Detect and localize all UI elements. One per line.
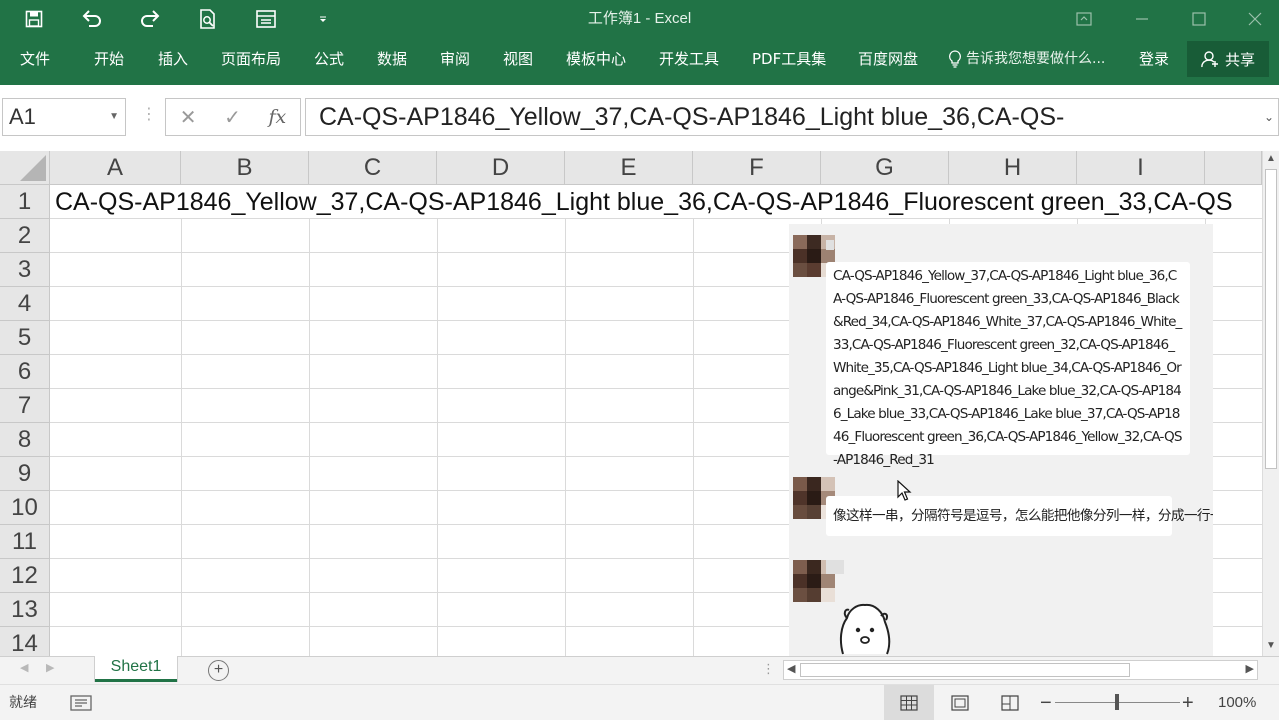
expand-formula-icon[interactable]: ⌄ <box>1264 99 1274 135</box>
row-header[interactable]: 9 <box>0 457 50 491</box>
row-header[interactable]: 10 <box>0 491 50 525</box>
scroll-down-icon[interactable]: ▼ <box>1266 640 1276 651</box>
login-link[interactable]: 登录 <box>1139 38 1169 80</box>
column-header[interactable]: G <box>821 151 949 185</box>
column-header[interactable]: D <box>437 151 565 185</box>
row-header[interactable]: 13 <box>0 593 50 627</box>
tab-baidu-netdisk[interactable]: 百度网盘 <box>858 38 918 80</box>
name-box-value: A1 <box>9 104 36 129</box>
formula-bar-splitter[interactable]: ⋮ <box>141 104 157 124</box>
ribbon-display-icon[interactable] <box>1056 0 1112 38</box>
formula-buttons: ✕ ✓ fx <box>165 98 301 136</box>
horizontal-scroll-thumb[interactable] <box>800 663 1130 677</box>
tab-splitter[interactable]: ⋮ <box>762 661 775 677</box>
row-header[interactable]: 12 <box>0 559 50 593</box>
status-bar: 就绪 − + 100% <box>0 684 1279 720</box>
ribbon-tab-bar: 文件 开始 插入 页面布局 公式 数据 审阅 视图 模板中心 开发工具 PDF工… <box>0 38 1279 85</box>
gridline <box>693 219 694 656</box>
tab-formulas[interactable]: 公式 <box>314 38 344 80</box>
tab-template-center[interactable]: 模板中心 <box>566 38 626 80</box>
normal-view-icon[interactable] <box>884 685 934 720</box>
tab-insert[interactable]: 插入 <box>158 38 188 80</box>
column-header[interactable]: H <box>949 151 1077 185</box>
page-layout-view-icon[interactable] <box>935 685 985 720</box>
row-header[interactable]: 3 <box>0 253 50 287</box>
tab-home[interactable]: 开始 <box>94 38 124 80</box>
select-all-corner[interactable] <box>0 151 50 185</box>
title-bar: 工作簿1 - Excel <box>0 0 1279 38</box>
scroll-left-icon[interactable]: ◀ <box>787 662 795 675</box>
minimize-icon[interactable] <box>1114 0 1170 38</box>
enter-icon[interactable]: ✓ <box>224 105 241 130</box>
next-sheet-icon[interactable]: ▶ <box>46 661 54 674</box>
vertical-scrollbar[interactable]: ▲ ▼ <box>1262 151 1279 656</box>
zoom-level[interactable]: 100% <box>1218 685 1256 720</box>
formula-input[interactable]: CA-QS-AP1846_Yellow_37,CA-QS-AP1846_Ligh… <box>305 98 1279 136</box>
zoom-in-icon[interactable]: + <box>1182 685 1194 720</box>
status-ready: 就绪 <box>9 695 37 711</box>
row-header[interactable]: 6 <box>0 355 50 389</box>
cell-a1[interactable]: CA-QS-AP1846_Yellow_37,CA-QS-AP1846_Ligh… <box>50 185 1262 219</box>
macro-record-icon[interactable] <box>70 694 92 712</box>
column-header[interactable]: E <box>565 151 693 185</box>
gridline <box>565 219 566 656</box>
tab-view[interactable]: 视图 <box>503 38 533 80</box>
chevron-down-icon[interactable]: ▼ <box>109 99 119 135</box>
row-header[interactable]: 14 <box>0 627 50 656</box>
scroll-up-icon[interactable]: ▲ <box>1266 153 1276 164</box>
sticker-image <box>839 603 891 655</box>
add-sheet-icon[interactable]: + <box>208 660 229 681</box>
sender-name-blurred <box>826 240 834 250</box>
share-button[interactable]: 共享 <box>1187 41 1269 77</box>
vertical-scroll-thumb[interactable] <box>1265 169 1277 469</box>
sheet-tab-bar: ◀ ▶ Sheet1 + ⋮ ◀ ▶ <box>0 656 1279 684</box>
formula-content: CA-QS-AP1846_Yellow_37,CA-QS-AP1846_Ligh… <box>319 103 1065 131</box>
column-header[interactable] <box>1205 151 1262 185</box>
page-break-view-icon[interactable] <box>985 685 1035 720</box>
gridline <box>309 219 310 656</box>
sheet-tab[interactable]: Sheet1 <box>95 656 177 682</box>
tab-developer[interactable]: 开发工具 <box>659 38 719 80</box>
row-header[interactable]: 7 <box>0 389 50 423</box>
tab-page-layout[interactable]: 页面布局 <box>221 38 281 80</box>
column-header[interactable]: C <box>309 151 437 185</box>
tell-me-search[interactable]: 告诉我您想要做什么... <box>948 38 1105 80</box>
row-header[interactable]: 8 <box>0 423 50 457</box>
chat-message: 像这样一串，分隔符号是逗号，怎么能把他像分列一样，分成一行一行的 <box>826 496 1213 536</box>
row-header[interactable]: 11 <box>0 525 50 559</box>
scroll-right-icon[interactable]: ▶ <box>1246 662 1254 675</box>
chat-message: CA-QS-AP1846_Yellow_37,CA-QS-AP1846_Ligh… <box>826 262 1190 468</box>
maximize-icon[interactable] <box>1171 0 1227 38</box>
column-header[interactable]: B <box>181 151 309 185</box>
user-icon <box>1201 51 1218 68</box>
tab-pdf-tools[interactable]: PDF工具集 <box>752 38 826 80</box>
chat-screenshot[interactable]: CA-QS-AP1846_Yellow_37,CA-QS-AP1846_Ligh… <box>789 224 1213 656</box>
gridline <box>181 219 182 656</box>
row-header[interactable]: 4 <box>0 287 50 321</box>
tab-file[interactable]: 文件 <box>20 38 50 80</box>
tab-data[interactable]: 数据 <box>377 38 407 80</box>
share-label: 共享 <box>1224 50 1255 69</box>
zoom-slider-thumb[interactable] <box>1115 694 1119 710</box>
horizontal-scrollbar[interactable]: ◀ ▶ <box>783 660 1258 680</box>
column-header[interactable]: F <box>693 151 821 185</box>
close-icon[interactable] <box>1227 0 1279 38</box>
row-header[interactable]: 5 <box>0 321 50 355</box>
previous-sheet-icon[interactable]: ◀ <box>20 661 28 674</box>
tell-me-label: 告诉我您想要做什么... <box>966 51 1106 67</box>
sender-name-blurred <box>826 560 844 574</box>
column-header[interactable]: I <box>1077 151 1205 185</box>
tab-review[interactable]: 审阅 <box>440 38 470 80</box>
row-header[interactable]: 1 <box>0 185 50 219</box>
lightbulb-icon <box>949 50 961 68</box>
gridline <box>437 219 438 656</box>
cancel-icon[interactable]: ✕ <box>180 105 197 130</box>
column-header[interactable]: A <box>50 151 181 185</box>
name-box[interactable]: A1 ▼ <box>2 98 126 136</box>
mouse-cursor-icon <box>897 480 912 501</box>
row-header[interactable]: 2 <box>0 219 50 253</box>
insert-function-icon[interactable]: fx <box>268 106 286 128</box>
zoom-out-icon[interactable]: − <box>1040 685 1052 720</box>
